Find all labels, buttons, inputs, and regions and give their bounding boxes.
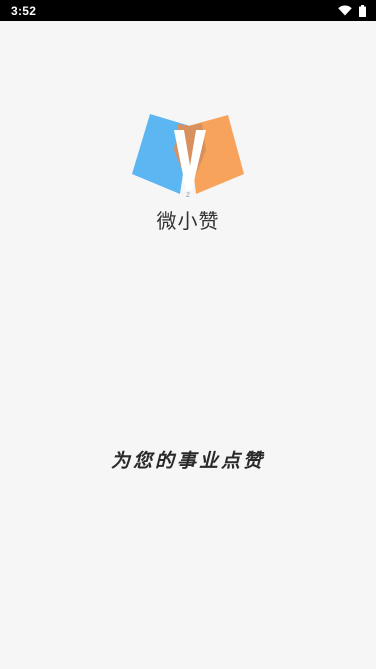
status-bar: 3:52: [0, 0, 376, 21]
status-icons: [338, 4, 366, 17]
status-time: 3:52: [11, 3, 37, 18]
logo-small-mark: z: [186, 190, 190, 199]
slogan: 为您的事业点赞: [110, 450, 265, 472]
wifi-icon: [338, 5, 352, 16]
battery-icon: [359, 4, 366, 17]
app-name: 微小赞: [156, 209, 220, 233]
app-logo: z: [128, 110, 248, 200]
